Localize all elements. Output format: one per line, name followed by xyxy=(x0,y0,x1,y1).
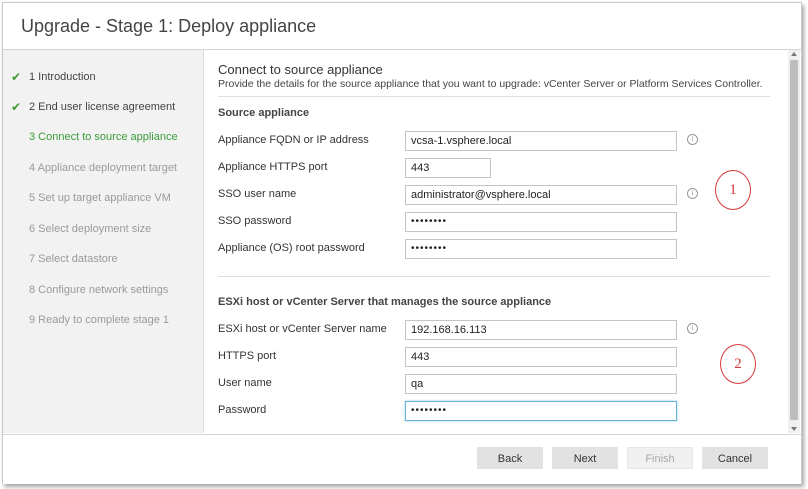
step-deployment-target: 4 Appliance deployment target xyxy=(3,161,203,181)
info-icon[interactable]: i xyxy=(687,188,698,199)
step-network-settings: 8 Configure network settings xyxy=(3,283,203,303)
step-label: 2 End user license agreement xyxy=(29,101,176,113)
back-button[interactable]: Back xyxy=(477,447,543,469)
source-appliance-section-title: Source appliance xyxy=(218,107,310,119)
step-label: 5 Set up target appliance VM xyxy=(29,192,171,204)
wizard-steps-sidebar: ✔ 1 Introduction ✔ 2 End user license ag… xyxy=(3,50,204,433)
step-label: 7 Select datastore xyxy=(29,253,118,265)
esxi-password-label: Password xyxy=(218,404,267,416)
scrollbar-thumb[interactable] xyxy=(790,60,798,420)
root-password-label: Appliance (OS) root password xyxy=(218,242,365,254)
info-icon[interactable]: i xyxy=(687,134,698,145)
page-description: Provide the details for the source appli… xyxy=(218,78,763,90)
deploy-wizard-window: Upgrade - Stage 1: Deploy appliance ✔ 1 … xyxy=(2,2,802,484)
cancel-button[interactable]: Cancel xyxy=(702,447,768,469)
esxi-host-input[interactable]: 192.168.16.113 xyxy=(405,320,677,340)
info-icon[interactable]: i xyxy=(687,323,698,334)
annotation-2: 2 xyxy=(720,344,756,384)
step-label: 4 Appliance deployment target xyxy=(29,162,177,174)
step-label: 1 Introduction xyxy=(29,71,96,83)
sso-password-input[interactable]: •••••••• xyxy=(405,212,677,232)
root-password-input[interactable]: •••••••• xyxy=(405,239,677,259)
sso-password-label: SSO password xyxy=(218,215,292,227)
wizard-footer: Back Next Finish Cancel xyxy=(3,434,801,484)
next-button[interactable]: Next xyxy=(552,447,618,469)
sso-username-input[interactable]: administrator@vsphere.local xyxy=(405,185,677,205)
appliance-fqdn-input[interactable]: vcsa-1.vsphere.local xyxy=(405,131,677,151)
vertical-scrollbar[interactable] xyxy=(788,50,800,433)
step-label: 6 Select deployment size xyxy=(29,223,152,235)
window-title: Upgrade - Stage 1: Deploy appliance xyxy=(21,16,317,36)
scroll-up-arrow-icon[interactable] xyxy=(791,52,797,56)
finish-button: Finish xyxy=(627,447,693,469)
title-bar: Upgrade - Stage 1: Deploy appliance xyxy=(3,3,801,50)
esxi-username-label: User name xyxy=(218,377,272,389)
step-label: 8 Configure network settings xyxy=(29,284,169,296)
checkmark-icon: ✔ xyxy=(11,100,22,114)
scroll-down-arrow-icon[interactable] xyxy=(791,427,797,431)
step-deployment-size: 6 Select deployment size xyxy=(3,222,203,242)
divider xyxy=(218,276,770,277)
esxi-username-input[interactable]: qa xyxy=(405,374,677,394)
main-content: Connect to source appliance Provide the … xyxy=(204,50,786,433)
checkmark-icon: ✔ xyxy=(11,70,22,84)
step-connect-source[interactable]: 3 Connect to source appliance xyxy=(3,130,203,150)
step-select-datastore: 7 Select datastore xyxy=(3,252,203,272)
divider xyxy=(218,96,770,97)
step-label: 3 Connect to source appliance xyxy=(29,131,178,143)
appliance-https-port-label: Appliance HTTPS port xyxy=(218,161,328,173)
step-label: 9 Ready to complete stage 1 xyxy=(29,314,170,326)
step-introduction[interactable]: ✔ 1 Introduction xyxy=(3,70,203,90)
annotation-1: 1 xyxy=(715,170,751,210)
esxi-https-port-label: HTTPS port xyxy=(218,350,277,362)
page-title: Connect to source appliance xyxy=(218,62,383,77)
appliance-https-port-input[interactable]: 443 xyxy=(405,158,491,178)
appliance-fqdn-label: Appliance FQDN or IP address xyxy=(218,134,369,146)
sso-username-label: SSO user name xyxy=(218,188,297,200)
esxi-password-input[interactable]: •••••••• xyxy=(405,401,677,421)
esxi-host-label: ESXi host or vCenter Server name xyxy=(218,323,387,335)
step-setup-target-vm: 5 Set up target appliance VM xyxy=(3,191,203,211)
esxi-section-title: ESXi host or vCenter Server that manages… xyxy=(218,296,552,308)
step-license-agreement[interactable]: ✔ 2 End user license agreement xyxy=(3,100,203,120)
esxi-https-port-input[interactable]: 443 xyxy=(405,347,677,367)
step-ready-to-complete: 9 Ready to complete stage 1 xyxy=(3,313,203,333)
